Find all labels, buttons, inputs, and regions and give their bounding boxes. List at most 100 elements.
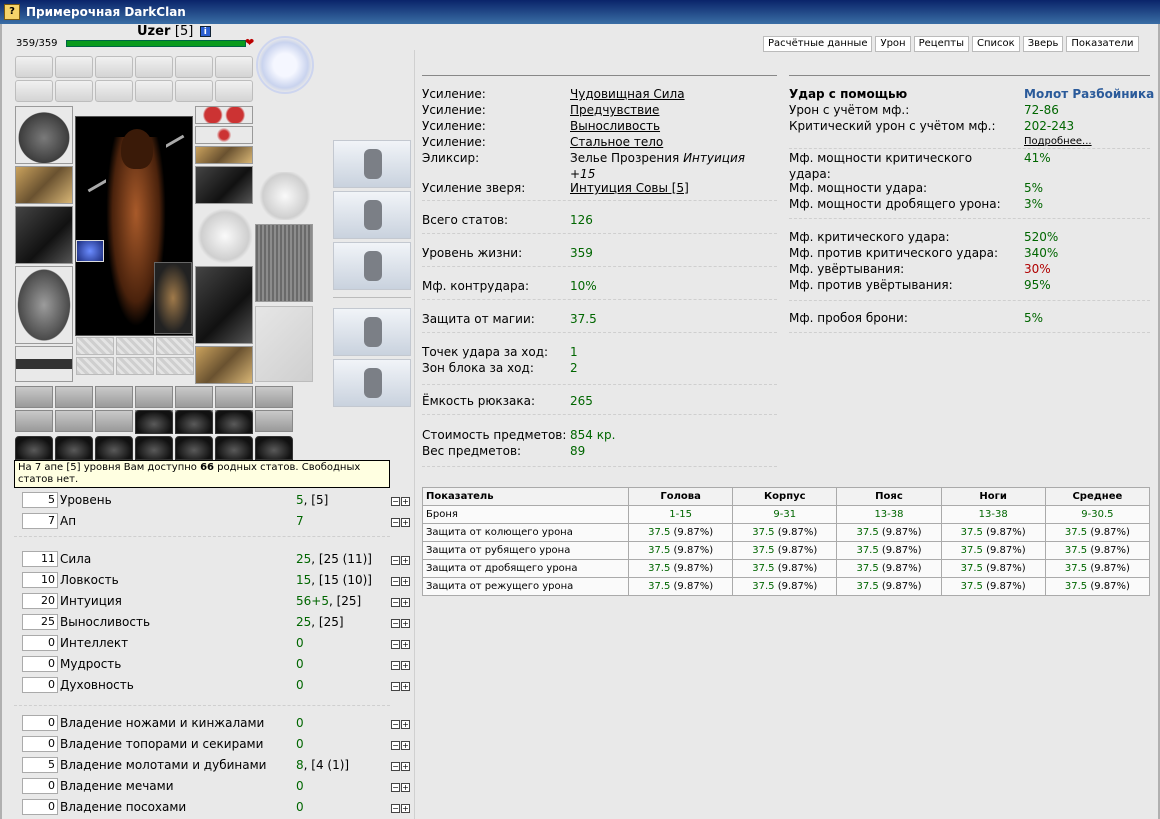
inventory-item[interactable] [135,436,173,460]
rune-slot[interactable] [116,357,154,375]
pose-attack-button[interactable] [333,308,411,356]
minus-button[interactable]: − [391,577,400,586]
wreath-slot[interactable] [257,172,313,220]
buff-link[interactable]: Предчувствие [570,102,659,118]
inventory-item[interactable] [255,436,293,460]
inventory-slot[interactable] [95,410,133,432]
scroll-slot[interactable] [55,80,93,102]
minus-button[interactable]: − [391,741,400,750]
minus-button[interactable]: − [391,640,400,649]
inventory-slot[interactable] [15,410,53,432]
stat-input[interactable]: 0 [22,677,58,693]
plus-button[interactable]: + [401,598,410,607]
boots-slot[interactable] [195,346,253,384]
helmet-slot[interactable] [15,106,73,164]
inventory-slot[interactable] [255,410,293,432]
inventory-slot[interactable] [215,386,253,408]
stat-input[interactable]: 5 [22,757,58,773]
cloak-slot[interactable] [255,306,313,382]
potion-button[interactable] [333,140,411,188]
tab-0[interactable]: Расчётные данные [763,36,873,52]
rings-slot[interactable] [195,146,253,164]
weapon-hammer-slot[interactable] [15,206,73,264]
weapon-name[interactable]: Молот Разбойника [1024,86,1154,102]
plus-button[interactable]: + [401,577,410,586]
stat-input[interactable]: 0 [22,736,58,752]
scroll-slot[interactable] [15,80,53,102]
minus-button[interactable]: − [391,497,400,506]
more-link[interactable]: Подробнее... [1024,136,1092,147]
pet-image[interactable] [154,262,192,334]
rune-slot[interactable] [156,337,194,355]
minus-button[interactable]: − [391,783,400,792]
scroll-slot[interactable] [175,56,213,78]
stat-input[interactable]: 11 [22,551,58,567]
inventory-item[interactable] [175,436,213,460]
inventory-slot[interactable] [55,410,93,432]
pet-button[interactable] [333,242,411,290]
minus-button[interactable]: − [391,661,400,670]
minus-button[interactable]: − [391,556,400,565]
shield-slot[interactable] [197,208,253,264]
plus-button[interactable]: + [401,518,410,527]
stat-input[interactable]: 5 [22,492,58,508]
minus-button[interactable]: − [391,720,400,729]
stat-input[interactable]: 7 [22,513,58,529]
stat-input[interactable]: 25 [22,614,58,630]
inventory-slot[interactable] [55,386,93,408]
inventory-item[interactable] [215,436,253,460]
minus-button[interactable]: − [391,518,400,527]
scroll-slot[interactable] [55,56,93,78]
buff-link[interactable]: Выносливость [570,118,660,134]
bracers-slot[interactable] [15,166,73,204]
inventory-item[interactable] [95,436,133,460]
armor-slot[interactable] [15,266,73,344]
tab-2[interactable]: Рецепты [913,36,969,52]
scroll-slot[interactable] [135,80,173,102]
tab-1[interactable]: Урон [875,36,911,52]
plus-button[interactable]: + [401,497,410,506]
buff-link[interactable]: Чудовищная Сила [570,86,685,102]
stat-input[interactable]: 0 [22,778,58,794]
scroll-slot[interactable] [175,80,213,102]
stat-input[interactable]: 0 [22,656,58,672]
belt-slot[interactable] [15,346,73,382]
plus-button[interactable]: + [401,556,410,565]
stat-input[interactable]: 0 [22,635,58,651]
tab-4[interactable]: Зверь [1022,36,1064,52]
minus-button[interactable]: − [391,762,400,771]
plus-button[interactable]: + [401,720,410,729]
plus-button[interactable]: + [401,661,410,670]
scroll-slot[interactable] [95,80,133,102]
inventory-slot[interactable] [95,386,133,408]
tab-3[interactable]: Список [972,36,1020,52]
inventory-item[interactable] [15,436,53,460]
inventory-item[interactable] [215,410,253,434]
minus-button[interactable]: − [391,804,400,813]
plus-button[interactable]: + [401,640,410,649]
scroll-slot[interactable] [215,80,253,102]
pants-slot[interactable] [195,266,253,344]
inventory-item[interactable] [175,410,213,434]
stat-input[interactable]: 10 [22,572,58,588]
pet-buff-link[interactable]: Интуиция Совы [5] [570,180,689,196]
minus-button[interactable]: − [391,598,400,607]
inventory-slot[interactable] [175,386,213,408]
scroll-slot[interactable] [215,56,253,78]
buff-link[interactable]: Стальное тело [570,134,663,150]
plus-button[interactable]: + [401,741,410,750]
amulet-slot[interactable] [256,36,314,94]
tab-5[interactable]: Показатели [1066,36,1139,52]
inventory-item[interactable] [135,410,173,434]
pose-defend-button[interactable] [333,359,411,407]
rune-slot[interactable] [156,357,194,375]
plus-button[interactable]: + [401,804,410,813]
inventory-slot[interactable] [15,386,53,408]
rune-slot[interactable] [76,357,114,375]
stat-input[interactable]: 0 [22,799,58,815]
hands-button[interactable] [333,191,411,239]
scroll-slot[interactable] [15,56,53,78]
minus-button[interactable]: − [391,682,400,691]
info-icon[interactable]: i [199,26,211,37]
rune-slot[interactable] [116,337,154,355]
